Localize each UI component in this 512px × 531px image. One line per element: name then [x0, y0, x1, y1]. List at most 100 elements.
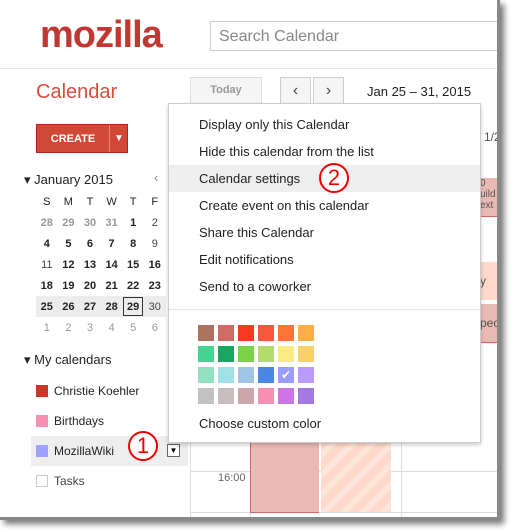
search-input[interactable]: Search Calendar — [210, 21, 497, 51]
calendar-item-tasks[interactable]: Tasks — [36, 474, 85, 488]
day[interactable]: 23 — [144, 275, 166, 296]
color-swatch[interactable] — [198, 367, 214, 383]
menu-item-hide[interactable]: Hide this calendar from the list — [169, 138, 480, 165]
mozilla-logo: mozilla — [40, 14, 163, 56]
day[interactable]: 26 — [57, 296, 80, 317]
weekday: W — [106, 195, 117, 208]
day[interactable]: 15 — [122, 254, 144, 275]
event-block-tentative[interactable]: y P — [480, 262, 497, 300]
event-block[interactable]: pec — [480, 304, 497, 343]
day[interactable]: 1 — [36, 317, 58, 338]
calendar-item-christie[interactable]: Christie Koehler — [36, 384, 139, 398]
event-block-tentative[interactable] — [321, 440, 391, 512]
day[interactable]: 4 — [101, 317, 123, 338]
day[interactable]: 13 — [79, 254, 101, 275]
day[interactable]: 9 — [144, 233, 166, 254]
color-swatch[interactable] — [198, 346, 214, 362]
prev-button[interactable]: ‹ — [280, 77, 311, 104]
mini-calendar-month[interactable]: ▾ January 2015 — [24, 172, 113, 188]
day[interactable]: 6 — [144, 317, 166, 338]
day[interactable]: 18 — [36, 275, 58, 296]
color-swatch — [36, 415, 48, 427]
day[interactable]: 31 — [101, 212, 123, 233]
day[interactable]: 5 — [122, 317, 144, 338]
choose-custom-color[interactable]: Choose custom color — [169, 410, 480, 437]
day[interactable]: 29 — [58, 212, 80, 233]
day-header[interactable]: 1/2 — [484, 130, 497, 144]
color-swatch[interactable] — [278, 388, 294, 404]
color-swatch[interactable] — [218, 325, 234, 341]
next-button[interactable]: › — [313, 77, 344, 104]
day[interactable]: 2 — [58, 317, 80, 338]
event-text: y P — [480, 274, 486, 288]
day[interactable]: 20 — [79, 275, 101, 296]
day[interactable]: 28 — [36, 212, 58, 233]
day[interactable]: 28 — [100, 296, 123, 317]
day[interactable]: 27 — [79, 296, 101, 317]
color-swatch-selected[interactable]: ✔ — [278, 367, 294, 383]
color-swatch[interactable] — [238, 325, 254, 341]
color-swatch[interactable] — [238, 367, 254, 383]
my-calendars-toggle[interactable]: ▾ My calendars — [24, 352, 111, 368]
menu-item-display-only[interactable]: Display only this Calendar — [169, 111, 480, 138]
menu-item-share[interactable]: Share this Calendar — [169, 219, 480, 246]
day[interactable]: 1 — [122, 212, 144, 233]
color-swatch[interactable] — [278, 325, 294, 341]
create-button[interactable]: CREATE ▼ — [36, 124, 128, 153]
color-swatch[interactable] — [278, 346, 294, 362]
day[interactable]: 12 — [58, 254, 80, 275]
day[interactable]: 3 — [79, 317, 101, 338]
day[interactable]: 22 — [122, 275, 144, 296]
color-swatch[interactable] — [218, 346, 234, 362]
color-swatch[interactable] — [258, 325, 274, 341]
day[interactable]: 6 — [79, 233, 101, 254]
color-swatch[interactable] — [298, 346, 314, 362]
color-swatch[interactable] — [258, 388, 274, 404]
color-swatch[interactable] — [258, 346, 274, 362]
day[interactable]: 30 — [143, 296, 166, 317]
day[interactable]: 5 — [58, 233, 80, 254]
day[interactable]: 2 — [144, 212, 166, 233]
calendar-options-menu: Display only this Calendar Hide this cal… — [168, 103, 481, 443]
color-swatch — [36, 385, 48, 397]
color-swatch[interactable] — [298, 325, 314, 341]
color-swatch[interactable] — [238, 388, 254, 404]
day[interactable]: 16 — [144, 254, 166, 275]
calendar-options-dropdown-icon[interactable]: ▼ — [167, 444, 180, 457]
day[interactable]: 8 — [122, 233, 144, 254]
event-block[interactable]: 0 uild ext — [480, 178, 497, 217]
day[interactable]: 25 — [36, 296, 58, 317]
day[interactable]: 7 — [101, 233, 123, 254]
day[interactable]: 11 — [36, 254, 58, 275]
color-swatch[interactable] — [218, 367, 234, 383]
color-swatch[interactable] — [238, 346, 254, 362]
event-block[interactable] — [250, 440, 319, 513]
weekday: S — [43, 195, 51, 208]
color-swatch[interactable] — [218, 388, 234, 404]
day[interactable]: 4 — [36, 233, 58, 254]
today-button[interactable]: Today — [190, 77, 262, 104]
day[interactable]: 21 — [101, 275, 123, 296]
color-swatch[interactable] — [258, 367, 274, 383]
day-selected[interactable]: 29 — [122, 296, 144, 317]
my-calendars-label: My calendars — [34, 352, 112, 367]
create-dropdown-icon[interactable]: ▼ — [109, 125, 128, 152]
color-swatch[interactable] — [198, 325, 214, 341]
app-title: Calendar — [36, 81, 118, 103]
day[interactable]: 14 — [101, 254, 123, 275]
color-swatch[interactable] — [198, 388, 214, 404]
calendar-item-mozillawiki[interactable]: MozillaWiki — [36, 444, 114, 458]
menu-item-create-event[interactable]: Create event on this calendar — [169, 192, 480, 219]
prev-month-icon[interactable]: ‹ — [154, 170, 158, 185]
color-swatch[interactable] — [298, 367, 314, 383]
day[interactable]: 19 — [58, 275, 80, 296]
calendar-item-birthdays[interactable]: Birthdays — [36, 414, 104, 428]
menu-item-send-coworker[interactable]: Send to a coworker — [169, 273, 480, 300]
create-label: CREATE — [50, 133, 96, 145]
date-range: Jan 25 – 31, 2015 — [367, 84, 472, 99]
menu-item-edit-notifications[interactable]: Edit notifications — [169, 246, 480, 273]
menu-divider — [169, 309, 480, 310]
day[interactable]: 30 — [79, 212, 101, 233]
color-swatch[interactable] — [298, 388, 314, 404]
grid-line — [190, 512, 497, 513]
